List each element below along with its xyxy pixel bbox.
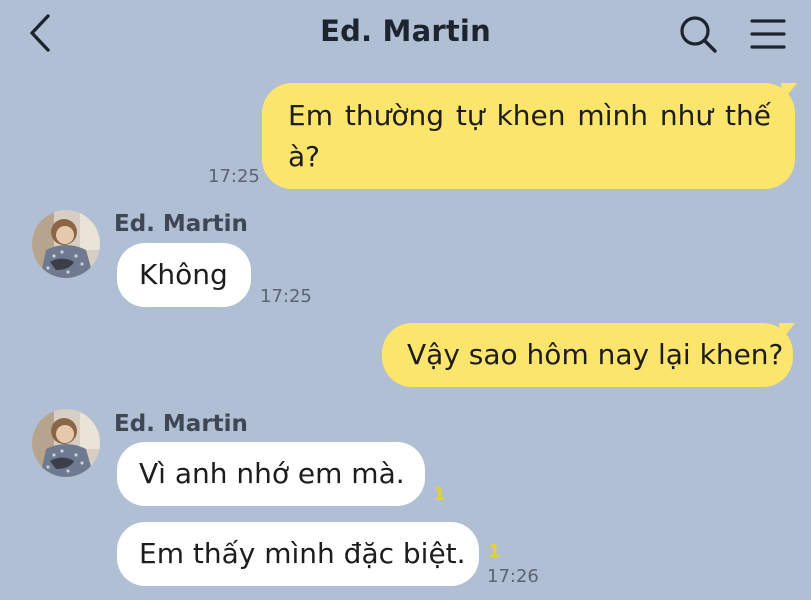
- message-time: 17:25: [208, 166, 260, 187]
- outgoing-message-bubble[interactable]: Em thường tự khen mình như thế à?: [262, 83, 795, 189]
- message-time: 17:25: [260, 286, 312, 307]
- read-count: 1: [433, 484, 446, 505]
- menu-button[interactable]: [746, 12, 790, 56]
- message-time: 17:26: [487, 566, 539, 587]
- incoming-message-bubble[interactable]: Em thấy mình đặc biệt.: [117, 522, 479, 586]
- hamburger-menu-icon: [750, 19, 786, 49]
- sender-avatar[interactable]: [32, 210, 100, 278]
- bubble-tail: [781, 83, 797, 101]
- sender-name: Ed. Martin: [114, 211, 248, 237]
- avatar-image: [32, 210, 100, 278]
- search-icon: [680, 16, 717, 53]
- avatar-image: [32, 409, 100, 477]
- chat-header: Ed. Martin: [0, 0, 811, 68]
- search-button[interactable]: [676, 12, 720, 56]
- outgoing-message-bubble[interactable]: Vậy sao hôm nay lại khen?: [382, 323, 793, 387]
- incoming-message-bubble[interactable]: Không: [117, 243, 251, 307]
- sender-name: Ed. Martin: [114, 411, 248, 437]
- bubble-tail: [779, 323, 795, 341]
- read-count: 1: [488, 541, 501, 562]
- sender-avatar[interactable]: [32, 409, 100, 477]
- incoming-message-bubble[interactable]: Vì anh nhớ em mà.: [117, 442, 425, 506]
